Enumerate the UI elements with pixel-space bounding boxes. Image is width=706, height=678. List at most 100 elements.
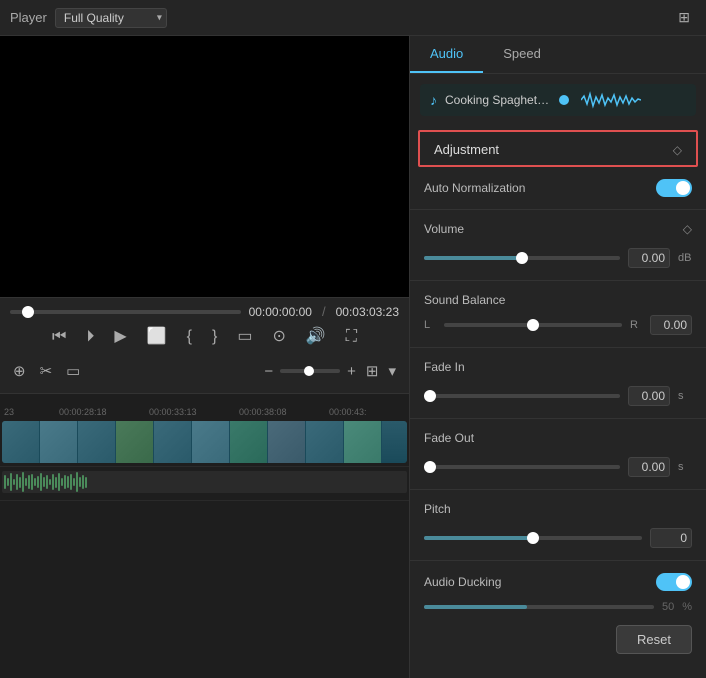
clip-btn[interactable]: ✂	[37, 359, 56, 383]
wb	[40, 473, 42, 492]
wb	[10, 473, 12, 491]
frame-8	[268, 421, 306, 463]
camera-btn[interactable]: ⊙	[268, 325, 289, 349]
play-btn[interactable]: ▶	[110, 325, 130, 349]
mark-in-btn[interactable]: {	[183, 325, 196, 349]
fade-out-slider-track[interactable]	[424, 465, 620, 469]
sound-balance-label: Sound Balance	[424, 293, 692, 307]
magnetic-btn[interactable]: ⊕	[10, 359, 29, 383]
wb	[82, 475, 84, 489]
balance-value[interactable]: 0.00	[650, 315, 692, 335]
fade-out-thumb[interactable]	[424, 461, 436, 473]
fade-out-label: Fade Out	[424, 431, 692, 445]
wb	[70, 474, 72, 491]
skip-back-btn[interactable]: ⏮	[48, 325, 70, 349]
panel-tabs: Audio Speed	[410, 36, 706, 74]
frame-4	[116, 421, 154, 463]
ruler-mark-2: 00:00:33:13	[149, 407, 197, 417]
volume-slider-thumb[interactable]	[516, 252, 528, 264]
frame-5	[154, 421, 192, 463]
green-wave	[581, 90, 687, 110]
divider-3	[410, 347, 706, 348]
music-icon: ♪	[430, 92, 437, 108]
pitch-fill	[424, 536, 533, 540]
reset-btn-container: Reset	[410, 617, 706, 662]
fullscreen-btn[interactable]: ⛶	[342, 325, 361, 349]
adjustment-title: Adjustment	[434, 142, 499, 157]
fade-in-value[interactable]: 0.00	[628, 386, 670, 406]
volume-row: Volume ◇	[410, 214, 706, 244]
more-btn[interactable]: ▾	[385, 359, 399, 383]
zoom-plus-btn[interactable]: +	[344, 360, 359, 383]
volume-btn[interactable]: 🔊	[302, 325, 330, 349]
scrubber-track[interactable]	[10, 310, 241, 314]
stop-btn[interactable]: ⬜	[143, 325, 171, 349]
wb	[46, 475, 48, 489]
audio-track-row	[0, 471, 409, 501]
wb	[25, 478, 27, 487]
pitch-thumb[interactable]	[527, 532, 539, 544]
audio-waveform	[2, 471, 407, 493]
fade-in-slider-track[interactable]	[424, 394, 620, 398]
wb	[34, 478, 36, 486]
playback-buttons: ⏮ ⏵ ▶ ⬜ { } ▭ ⊙ 🔊 ⛶	[10, 325, 399, 349]
wb	[76, 472, 78, 492]
fade-in-thumb[interactable]	[424, 390, 436, 402]
audio-dot	[559, 95, 569, 105]
balance-track[interactable]	[444, 323, 622, 327]
volume-value[interactable]: 0.00	[628, 248, 670, 268]
ducking-unit-partial: %	[682, 601, 692, 613]
reset-button[interactable]: Reset	[616, 625, 692, 654]
mark-out-btn[interactable]: }	[208, 325, 221, 349]
fade-out-slider-container: 0.00 s	[410, 453, 706, 485]
zoom-control: − + ⊞ ▾	[261, 359, 399, 383]
adjustment-section-header: Adjustment ◇	[418, 130, 698, 167]
fade-out-unit: s	[678, 461, 692, 473]
audio-ducking-toggle[interactable]	[656, 573, 692, 591]
timeline-toolbar: ⊕ ✂ ▭ − + ⊞ ▾	[10, 355, 399, 387]
fade-in-slider-container: 0.00 s	[410, 382, 706, 414]
screen-btn[interactable]: ▭	[233, 325, 256, 349]
fade-in-row: Fade In	[410, 352, 706, 382]
ruler-mark-0: 23	[4, 407, 14, 417]
wb	[31, 474, 33, 491]
layout-btn[interactable]: ⊞	[363, 359, 382, 383]
pitch-slider-track[interactable]	[424, 536, 642, 540]
zoom-thumb[interactable]	[304, 366, 314, 376]
wb	[19, 477, 21, 488]
preview-icon-btn[interactable]: ⊞	[672, 5, 696, 30]
ducking-slider-track[interactable]	[424, 605, 654, 609]
video-track-row	[0, 417, 409, 467]
top-bar: Player Full Quality Half Quality Quarter…	[0, 0, 706, 36]
tab-audio[interactable]: Audio	[410, 36, 483, 73]
quality-select[interactable]: Full Quality Half Quality Quarter Qualit…	[55, 8, 167, 28]
zoom-track[interactable]	[280, 369, 340, 373]
frame-6	[192, 421, 230, 463]
total-time: 00:03:03:23	[336, 305, 399, 319]
divider-5	[410, 489, 706, 490]
waveform-bars	[2, 471, 407, 493]
wb	[64, 475, 66, 488]
pitch-value[interactable]: 0	[650, 528, 692, 548]
scrubber-thumb[interactable]	[22, 306, 34, 318]
play-slow-btn[interactable]: ⏵	[82, 325, 98, 349]
volume-slider-track[interactable]	[424, 256, 620, 260]
panel-content: Adjustment ◇ Auto Normalization Volume ◇…	[410, 126, 706, 678]
zoom-minus-btn[interactable]: −	[261, 360, 276, 383]
current-time: 00:00:00:00	[249, 305, 312, 319]
volume-slider-container: 0.00 dB	[410, 244, 706, 276]
tab-speed[interactable]: Speed	[483, 36, 561, 73]
audio-ducking-label: Audio Ducking	[424, 575, 648, 589]
volume-diamond: ◇	[683, 222, 692, 236]
fade-in-label: Fade In	[424, 360, 692, 374]
balance-slider-row: L R 0.00	[410, 315, 706, 343]
track-btn[interactable]: ▭	[63, 359, 83, 383]
balance-thumb[interactable]	[527, 319, 539, 331]
ducking-value-partial: 50	[662, 601, 674, 613]
wb	[85, 477, 87, 488]
volume-unit: dB	[678, 252, 692, 264]
auto-norm-toggle[interactable]	[656, 179, 692, 197]
fade-out-value[interactable]: 0.00	[628, 457, 670, 477]
frame-1	[2, 421, 40, 463]
ruler-mark-3: 00:00:38:08	[239, 407, 287, 417]
